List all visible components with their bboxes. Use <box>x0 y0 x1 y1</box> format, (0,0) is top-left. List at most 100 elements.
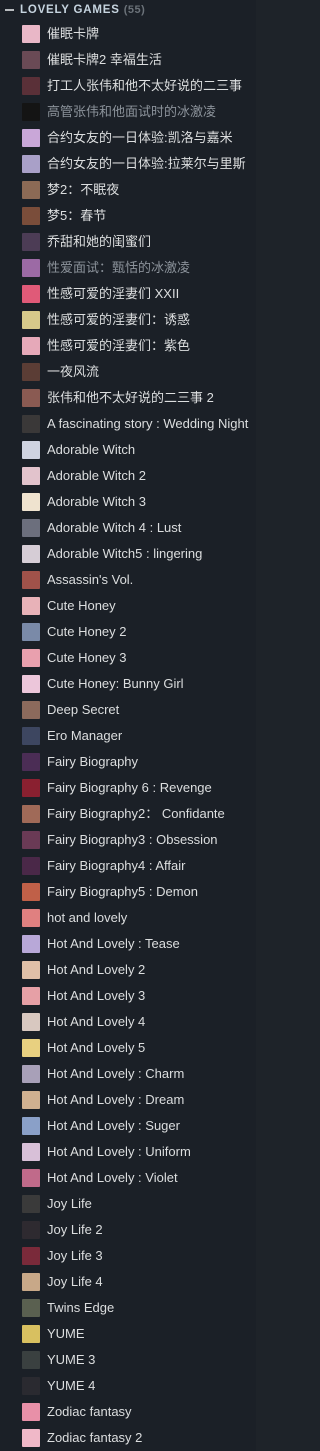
game-cover-icon <box>22 1143 40 1161</box>
game-list-item[interactable]: Joy Life 2 <box>0 1217 256 1243</box>
game-title: 高管张伟和他面试时的冰激凌 <box>47 104 217 119</box>
game-title: 催眠卡牌2 幸福生活 <box>47 52 162 67</box>
game-title: Fairy Biography <box>47 754 139 769</box>
collection-header[interactable]: LOVELY GAMES (55) <box>0 0 256 20</box>
game-list-item[interactable]: 合约女友的一日体验:凯洛与嘉米 <box>0 125 256 151</box>
game-list-item[interactable]: hot and lovely <box>0 905 256 931</box>
game-list-item[interactable]: 性感可爱的淫妻们 XXII <box>0 281 256 307</box>
game-list-item[interactable]: Cute Honey 2 <box>0 619 256 645</box>
game-title: Joy Life 4 <box>47 1274 103 1289</box>
game-list-item[interactable]: Adorable Witch 3 <box>0 489 256 515</box>
game-list-item[interactable]: 催眠卡牌 <box>0 21 256 47</box>
game-list-item[interactable]: Cute Honey: Bunny Girl <box>0 671 256 697</box>
game-title: Adorable Witch 3 <box>47 494 146 509</box>
game-list-item[interactable]: Joy Life <box>0 1191 256 1217</box>
game-list-item[interactable]: 合约女友的一日体验:拉莱尔与里斯 <box>0 151 256 177</box>
game-title: Hot And Lovely : Tease <box>47 936 180 951</box>
game-list-item[interactable]: Twins Edge <box>0 1295 256 1321</box>
game-title: Adorable Witch 2 <box>47 468 146 483</box>
game-title: 性感可爱的淫妻们 XXII <box>47 286 180 301</box>
game-title: Fairy Biography4 : Affair <box>47 858 186 873</box>
game-list-item[interactable]: Joy Life 3 <box>0 1243 256 1269</box>
game-title: Cute Honey 3 <box>47 650 127 665</box>
game-title: 梦2：不眠夜 <box>47 182 120 197</box>
game-cover-icon <box>22 519 40 537</box>
game-list-item[interactable]: Hot And Lovely : Suger <box>0 1113 256 1139</box>
game-title: Fairy Biography2： Confidante <box>47 806 225 821</box>
game-list-item[interactable]: A fascinating story : Wedding Night <box>0 411 256 437</box>
game-list-item[interactable]: YUME 4 <box>0 1373 256 1399</box>
game-list-item[interactable]: Fairy Biography 6 : Revenge <box>0 775 256 801</box>
game-cover-icon <box>22 181 40 199</box>
game-title: A fascinating story : Wedding Night <box>47 416 249 431</box>
game-list-item[interactable]: 梦5：春节 <box>0 203 256 229</box>
game-title: Fairy Biography3 : Obsession <box>47 832 218 847</box>
game-title: Adorable Witch <box>47 442 136 457</box>
game-cover-icon <box>22 467 40 485</box>
game-title: Adorable Witch 4 : Lust <box>47 520 182 535</box>
game-list-item[interactable]: Hot And Lovely : Dream <box>0 1087 256 1113</box>
game-list-item[interactable]: Zodiac fantasy <box>0 1399 256 1425</box>
game-list-item[interactable]: 性爱面试：甄恬的冰激凌 <box>0 255 256 281</box>
game-library-panel: LOVELY GAMES (55) 催眠卡牌催眠卡牌2 幸福生活打工人张伟和他不… <box>0 0 256 1451</box>
game-list: 催眠卡牌催眠卡牌2 幸福生活打工人张伟和他不太好说的二三事高管张伟和他面试时的冰… <box>0 21 256 1451</box>
game-list-item[interactable]: 高管张伟和他面试时的冰激凌 <box>0 99 256 125</box>
game-list-item[interactable]: 张伟和他不太好说的二三事 2 <box>0 385 256 411</box>
game-list-item[interactable]: Assassin's Vol. <box>0 567 256 593</box>
game-title: 一夜风流 <box>47 364 100 379</box>
game-title: YUME 4 <box>47 1378 96 1393</box>
game-list-item[interactable]: 性感可爱的淫妻们：诱惑 <box>0 307 256 333</box>
game-list-item[interactable]: Adorable Witch 4 : Lust <box>0 515 256 541</box>
game-cover-icon <box>22 987 40 1005</box>
game-list-item[interactable]: Ero Manager <box>0 723 256 749</box>
game-list-item[interactable]: 打工人张伟和他不太好说的二三事 <box>0 73 256 99</box>
game-cover-icon <box>22 779 40 797</box>
game-title: 性感可爱的淫妻们：紫色 <box>47 338 191 353</box>
game-list-item[interactable]: Adorable Witch <box>0 437 256 463</box>
game-title: Hot And Lovely 3 <box>47 988 146 1003</box>
game-title: Cute Honey: Bunny Girl <box>47 676 184 691</box>
game-title: Cute Honey 2 <box>47 624 127 639</box>
game-list-item[interactable]: Adorable Witch 2 <box>0 463 256 489</box>
game-list-item[interactable]: Hot And Lovely 2 <box>0 957 256 983</box>
game-list-item[interactable]: Adorable Witch5 : lingering <box>0 541 256 567</box>
game-list-item[interactable]: Cute Honey <box>0 593 256 619</box>
game-list-item[interactable]: Zodiac fantasy 2 <box>0 1425 256 1451</box>
game-list-item[interactable]: Hot And Lovely 4 <box>0 1009 256 1035</box>
game-title: Hot And Lovely : Suger <box>47 1118 180 1133</box>
game-title: Ero Manager <box>47 728 123 743</box>
game-title: Assassin's Vol. <box>47 572 134 587</box>
game-list-item[interactable]: 催眠卡牌2 幸福生活 <box>0 47 256 73</box>
game-list-item[interactable]: Deep Secret <box>0 697 256 723</box>
game-list-item[interactable]: Cute Honey 3 <box>0 645 256 671</box>
game-list-item[interactable]: 性感可爱的淫妻们：紫色 <box>0 333 256 359</box>
game-title: Adorable Witch5 : lingering <box>47 546 203 561</box>
game-cover-icon <box>22 909 40 927</box>
game-title: Hot And Lovely 2 <box>47 962 146 977</box>
game-list-item[interactable]: Fairy Biography <box>0 749 256 775</box>
game-list-item[interactable]: Hot And Lovely : Uniform <box>0 1139 256 1165</box>
game-list-item[interactable]: YUME <box>0 1321 256 1347</box>
game-cover-icon <box>22 753 40 771</box>
game-list-item[interactable]: Hot And Lovely 5 <box>0 1035 256 1061</box>
game-cover-icon <box>22 25 40 43</box>
collapse-minus-icon[interactable] <box>5 9 14 11</box>
game-cover-icon <box>22 649 40 667</box>
game-list-item[interactable]: Hot And Lovely : Charm <box>0 1061 256 1087</box>
game-list-item[interactable]: Fairy Biography3 : Obsession <box>0 827 256 853</box>
game-list-item[interactable]: Fairy Biography4 : Affair <box>0 853 256 879</box>
game-list-item[interactable]: Fairy Biography5 : Demon <box>0 879 256 905</box>
game-cover-icon <box>22 77 40 95</box>
game-list-item[interactable]: 梦2：不眠夜 <box>0 177 256 203</box>
game-list-item[interactable]: Hot And Lovely 3 <box>0 983 256 1009</box>
game-list-item[interactable]: Joy Life 4 <box>0 1269 256 1295</box>
game-list-item[interactable]: YUME 3 <box>0 1347 256 1373</box>
game-list-item[interactable]: 乔甜和她的闺蜜们 <box>0 229 256 255</box>
game-cover-icon <box>22 857 40 875</box>
game-list-item[interactable]: Hot And Lovely : Violet <box>0 1165 256 1191</box>
game-list-item[interactable]: Fairy Biography2： Confidante <box>0 801 256 827</box>
game-list-item[interactable]: 一夜风流 <box>0 359 256 385</box>
game-list-item[interactable]: Hot And Lovely : Tease <box>0 931 256 957</box>
game-cover-icon <box>22 441 40 459</box>
game-title: Fairy Biography5 : Demon <box>47 884 199 899</box>
